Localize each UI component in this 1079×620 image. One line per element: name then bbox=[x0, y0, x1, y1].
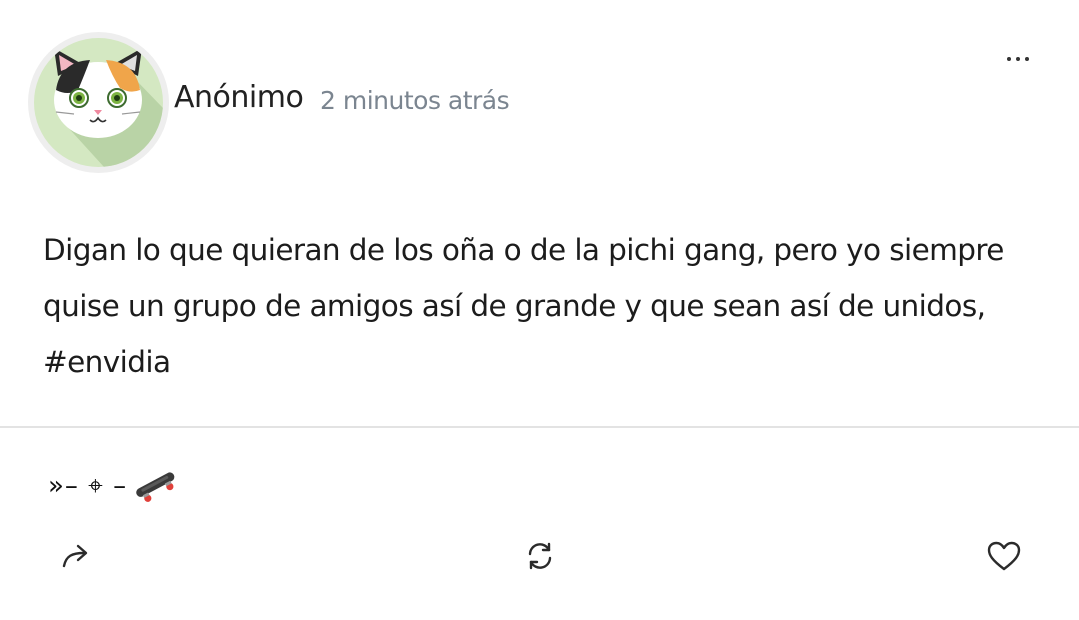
author-name[interactable]: Anónimo bbox=[174, 80, 304, 115]
share-button[interactable] bbox=[54, 534, 98, 578]
post-signature: »– ⌖ – bbox=[48, 466, 179, 506]
like-button[interactable] bbox=[982, 534, 1026, 578]
skateboard-icon bbox=[136, 472, 175, 502]
repost-button[interactable] bbox=[518, 534, 562, 578]
post-text-line: quise un grupo de amigos así de grande y… bbox=[43, 289, 986, 323]
post-timestamp: 2 minutos atrás bbox=[320, 86, 510, 115]
dot-icon bbox=[1025, 57, 1029, 61]
avatar[interactable] bbox=[28, 32, 169, 173]
post-text-line: Digan lo que quieran de los oña o de la … bbox=[43, 233, 1004, 267]
post-header: Anónimo 2 minutos atrás bbox=[0, 0, 1079, 190]
heart-icon bbox=[987, 541, 1021, 571]
more-options-button[interactable] bbox=[996, 46, 1040, 72]
hashtag[interactable]: #envidia bbox=[43, 334, 1053, 390]
calico-cat-icon bbox=[34, 38, 163, 167]
repost-icon bbox=[528, 542, 552, 570]
signature-text: »– ⌖ – bbox=[48, 470, 128, 501]
dot-icon bbox=[1016, 57, 1020, 61]
divider bbox=[0, 426, 1079, 428]
post-body: Digan lo que quieran de los oña o de la … bbox=[43, 222, 1053, 390]
share-icon bbox=[62, 544, 88, 568]
dot-icon bbox=[1007, 57, 1011, 61]
